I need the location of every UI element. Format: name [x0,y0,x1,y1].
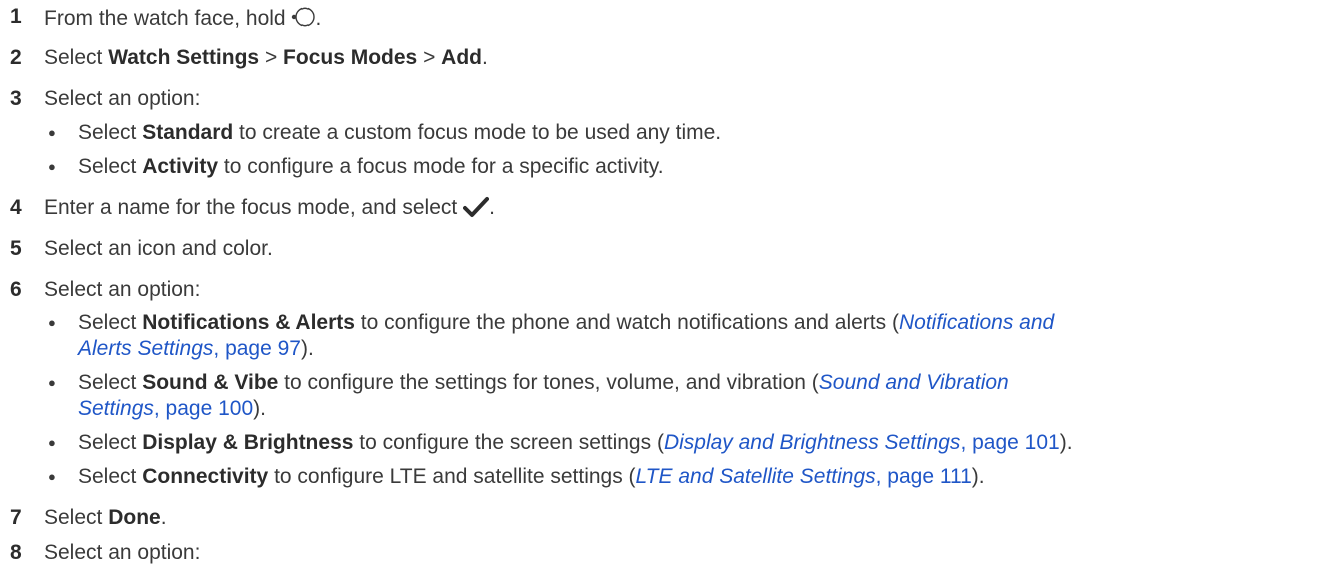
xref-link[interactable]: Alerts Settings, page 97 [78,337,301,360]
menu-done: Done [108,506,161,529]
xref-link[interactable]: Settings, page 100 [78,397,253,420]
xref-link[interactable]: Notifications and [899,311,1054,334]
menu-watch-settings: Watch Settings [108,46,260,69]
step-text: From the watch face, hold [44,7,292,30]
bullet-icon: ● [48,125,56,140]
step-number: 6 [10,278,22,301]
step-number: 7 [10,506,22,529]
step-number: 5 [10,237,22,260]
xref-link[interactable]: Display and Brightness Settings, page 10… [664,431,1060,454]
step-number: 8 [10,541,22,564]
menu-add: Add [441,46,482,69]
bullet-icon: ● [48,375,56,390]
checkmark-icon [463,195,490,226]
step-text: Select an icon and color. [44,237,273,260]
watch-button-icon [291,4,316,37]
step-text: Select an option: [44,87,201,110]
step-number: 3 [10,87,22,110]
step-number: 2 [10,46,22,69]
xref-link[interactable]: LTE and Satellite Settings, page 111 [636,465,972,488]
bullet-icon: ● [48,435,56,450]
bullet-icon: ● [48,315,56,330]
bullet-icon: ● [48,159,56,174]
step-number: 1 [10,5,22,28]
step-text: Select an option: [44,541,201,564]
step-number: 4 [10,196,22,219]
step-text: Select an option: [44,278,201,301]
xref-link[interactable]: Sound and Vibration [819,371,1009,394]
bullet-icon: ● [48,469,56,484]
menu-focus-modes: Focus Modes [283,46,418,69]
